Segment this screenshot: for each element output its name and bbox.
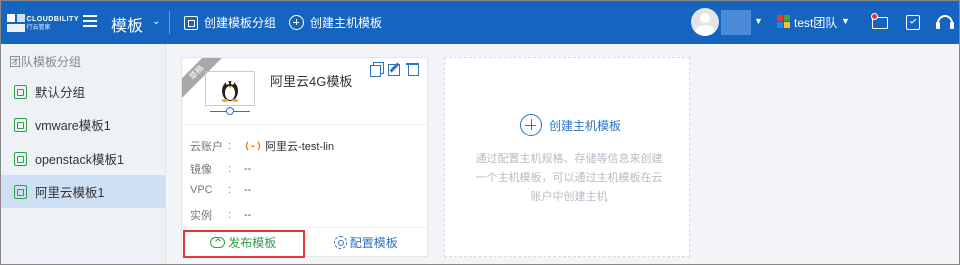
create-card-title: 创建主机模板 (549, 118, 622, 133)
field-colon: : (228, 209, 232, 221)
field-colon: : (228, 163, 232, 175)
publish-template-button[interactable]: 发布模板 (182, 228, 305, 256)
sidebar-item-default-group[interactable]: 默认分组 (1, 75, 166, 108)
os-stand (210, 104, 250, 115)
configure-template-button[interactable]: 配置模板 (305, 228, 428, 256)
add-circle-icon (289, 15, 304, 30)
team-switcher[interactable]: test团队 (794, 14, 837, 31)
user-menu-chevron-icon[interactable]: ▼ (754, 16, 763, 26)
card-footer: 发布模板 配置模板 (182, 227, 427, 256)
mail-icon[interactable] (871, 13, 889, 31)
field-value: 阿里云-test-lin (265, 141, 335, 153)
aliyun-icon: (-) (244, 140, 263, 152)
create-host-template-card[interactable]: 创建主机模板 通过配置主机规格、存储等信息来创建一个主机模板，可以通过主机模板在… (444, 57, 690, 257)
publish-label: 发布模板 (228, 235, 277, 250)
field-value: -- (244, 163, 252, 175)
avatar[interactable] (691, 8, 719, 36)
brand-sub: 行云管家 (26, 24, 51, 31)
divider (182, 124, 427, 125)
field-colon: : (228, 184, 232, 196)
chevron-down-icon[interactable]: ⌄ (152, 16, 160, 27)
sidebar-item-label: vmware模板1 (35, 119, 111, 133)
delete-icon[interactable] (406, 62, 419, 76)
configure-label: 配置模板 (349, 235, 398, 250)
add-circle-icon (520, 114, 542, 136)
field-key: VPC (190, 184, 213, 196)
field-vpc: VPC : -- (190, 184, 251, 196)
notification-dot (871, 13, 878, 20)
logo-mark-icon (7, 14, 25, 32)
divider (169, 11, 170, 34)
sidebar-item-label: 阿里云模板1 (35, 186, 105, 200)
field-key: 实例 (190, 210, 212, 222)
field-key: 镜像 (190, 164, 212, 176)
field-value: -- (244, 184, 252, 196)
card-tools (365, 62, 419, 77)
create-template-group-label: 创建模板分组 (204, 16, 277, 30)
sidebar-item-openstack[interactable]: openstack模板1 (1, 142, 166, 175)
linux-penguin-icon (205, 71, 255, 106)
field-value: -- (244, 209, 252, 221)
sidebar-item-vmware[interactable]: vmware模板1 (1, 108, 166, 141)
template-title[interactable]: 阿里云4G模板 (270, 71, 352, 90)
copy-icon[interactable] (370, 62, 384, 77)
menu-icon[interactable] (83, 15, 97, 27)
team-menu-chevron-icon[interactable]: ▼ (841, 16, 850, 26)
brand-logo[interactable]: CLOUDBILITY 行云管家 (7, 11, 79, 35)
edit-icon[interactable] (388, 62, 401, 76)
app-frame: CLOUDBILITY 行云管家 模板 ⌄ 创建模板分组 创建主机模板 ▼ te… (0, 0, 960, 265)
module-title[interactable]: 模板 (111, 12, 143, 36)
sidebar-item-label: 默认分组 (35, 86, 86, 100)
team-icon (777, 15, 790, 28)
user-name[interactable] (721, 10, 751, 35)
create-host-template-link[interactable]: 创建主机模板 (520, 114, 621, 136)
headset-icon[interactable] (936, 13, 954, 31)
field-image: 镜像 : -- (190, 161, 251, 177)
field-key: 云账户 (190, 141, 223, 153)
task-icon[interactable] (904, 13, 922, 31)
group-icon (14, 151, 27, 166)
sidebar-item-label: openstack模板1 (35, 153, 124, 167)
field-colon: : (228, 140, 232, 152)
cloud-upload-icon (210, 236, 226, 248)
sidebar-item-aliyun[interactable]: 阿里云模板1 (1, 175, 166, 208)
field-cloud-account: 云账户 : (-) 阿里云-test-lin (190, 138, 334, 154)
field-instance: 实例 : -- (190, 207, 251, 223)
top-bar: CLOUDBILITY 行云管家 模板 ⌄ 创建模板分组 创建主机模板 ▼ te… (1, 1, 959, 44)
create-host-template-button[interactable]: 创建主机模板 (289, 14, 382, 31)
group-icon (14, 84, 27, 99)
group-icon (14, 117, 27, 132)
group-icon (14, 184, 27, 199)
create-card-description: 通过配置主机规格、存储等信息来创建一个主机模板，可以通过主机模板在云账户中创建主… (475, 153, 663, 203)
template-card: 草稿 阿里云4G模板 云账户 : (-) 阿里云-test-lin 镜像: -… (181, 57, 428, 257)
gear-icon (333, 235, 347, 249)
create-host-template-label: 创建主机模板 (310, 16, 383, 30)
template-group-icon (184, 15, 198, 30)
brand-name: CLOUDBILITY (26, 15, 79, 23)
sidebar: 团队模板分组 默认分组 vmware模板1 openstack模板1 阿里云模板… (1, 44, 166, 264)
create-template-group-button[interactable]: 创建模板分组 (184, 14, 276, 31)
sidebar-header: 团队模板分组 (9, 55, 82, 69)
